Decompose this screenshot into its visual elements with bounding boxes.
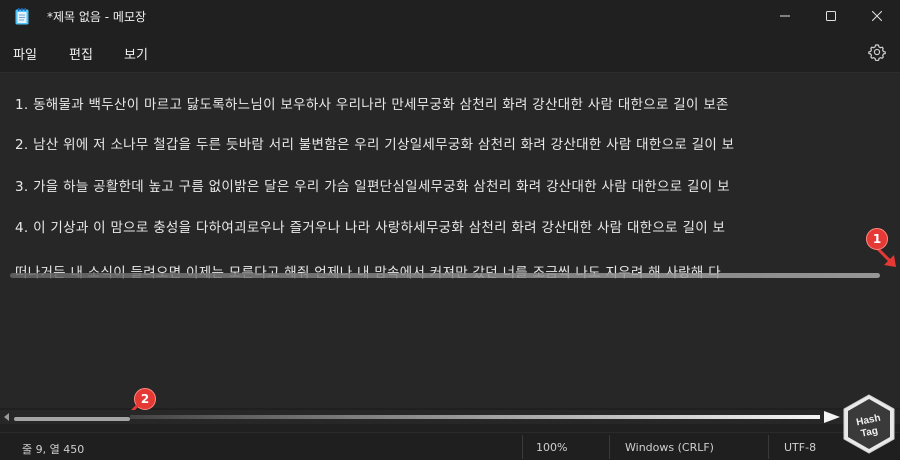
annotation-line-arrow xyxy=(10,273,880,278)
menu-file[interactable]: 파일 xyxy=(13,44,37,63)
menu-edit[interactable]: 편집 xyxy=(69,44,93,63)
notepad-app-icon xyxy=(15,8,29,25)
status-divider xyxy=(522,435,523,459)
close-button[interactable] xyxy=(854,0,900,32)
status-divider xyxy=(768,435,769,459)
text-line: 4. 이 기상과 이 맘으로 충성을 다하여괴로우나 즐거우나 나라 사랑하세무… xyxy=(15,220,726,236)
text-line: 3. 가을 하늘 공활한데 높고 구름 없이밝은 달은 우리 가슴 일편단심일세… xyxy=(15,179,730,195)
title-bar: *제목 없음 - 메모장 xyxy=(0,0,900,32)
maximize-icon xyxy=(826,11,836,21)
status-bar: 줄 9, 열 450 100% Windows (CRLF) UTF-8 xyxy=(0,432,900,460)
minimize-button[interactable] xyxy=(762,0,808,32)
minimize-icon xyxy=(780,15,790,17)
menu-view[interactable]: 보기 xyxy=(124,44,148,63)
horizontal-scrollbar[interactable] xyxy=(0,410,900,424)
window-title: *제목 없음 - 메모장 xyxy=(47,10,147,24)
scrollbar-thumb[interactable] xyxy=(14,417,130,421)
text-editor[interactable]: 1. 동해물과 백두산이 마르고 닳도록하느님이 보우하사 우리나라 만세무궁화… xyxy=(0,72,900,408)
annotation-badge-1: 1 xyxy=(866,228,888,250)
hashtag-logo: Hash Tag xyxy=(843,394,895,454)
encoding: UTF-8 xyxy=(784,441,817,454)
text-line: 2. 남산 위에 저 소나무 철갑을 두른 듯바람 서리 불변함은 우리 기상일… xyxy=(15,137,735,153)
menu-bar: 파일 편집 보기 xyxy=(0,32,900,72)
annotation-scroll-arrow xyxy=(130,411,840,423)
cursor-position: 줄 9, 열 450 xyxy=(22,443,85,456)
line-ending: Windows (CRLF) xyxy=(625,441,714,454)
close-icon xyxy=(872,11,882,21)
status-divider xyxy=(609,435,610,459)
zoom-level: 100% xyxy=(536,441,568,454)
settings-gear-icon[interactable] xyxy=(868,43,886,61)
text-line: 1. 동해물과 백두산이 마르고 닳도록하느님이 보우하사 우리나라 만세무궁화… xyxy=(15,97,729,113)
maximize-button[interactable] xyxy=(808,0,854,32)
scroll-left-arrow-icon[interactable] xyxy=(4,413,9,421)
